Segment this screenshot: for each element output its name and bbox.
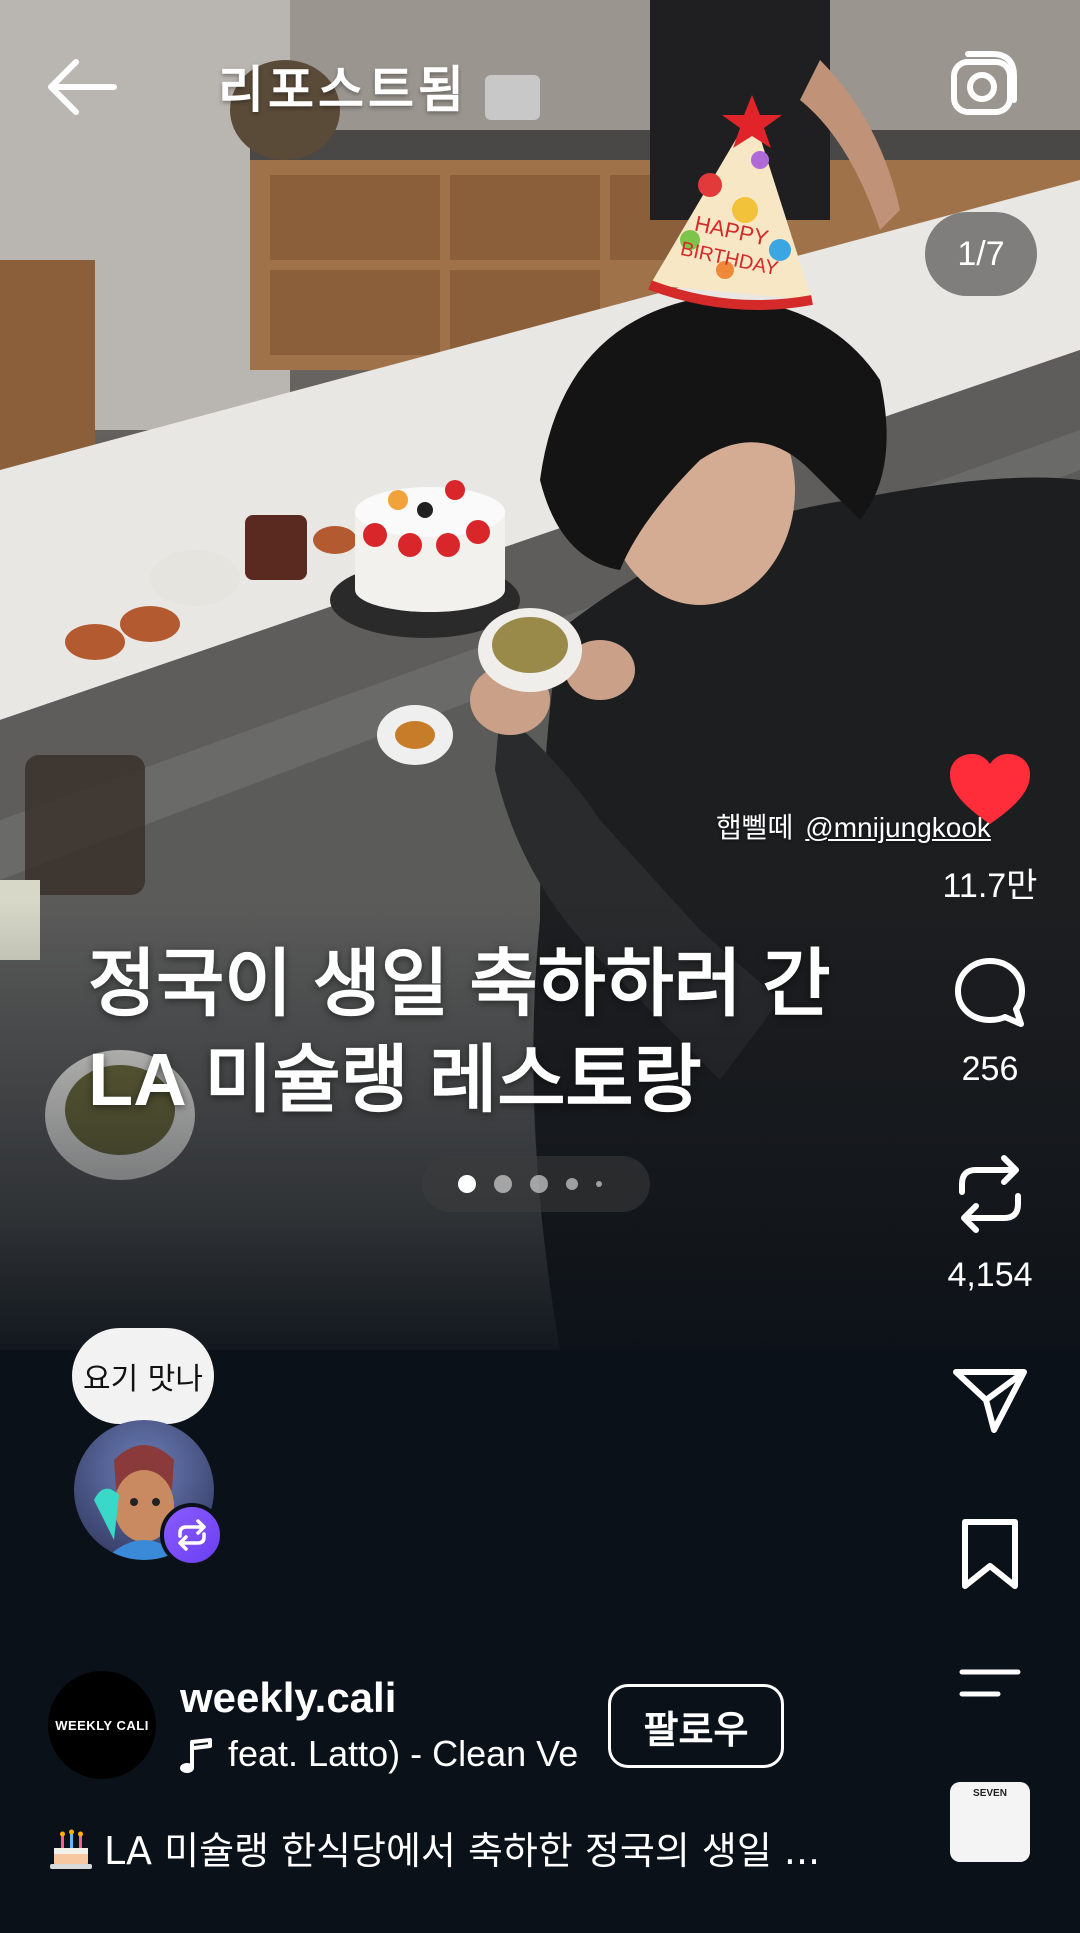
author-username[interactable]: weekly.cali <box>180 1674 396 1722</box>
save-action[interactable] <box>936 1518 1044 1590</box>
music-title: feat. Latto) - Clean Ve <box>228 1733 579 1774</box>
repost-count: 4,154 <box>947 1256 1033 1294</box>
tag-prefix: 햅뻴떼 <box>716 812 794 843</box>
carousel-dot-5 <box>596 1181 602 1187</box>
music-note-icon <box>180 1738 212 1774</box>
post-headline: 정국이 생일 축하하러 간 LA 미슐랭 레스토랑 <box>88 936 830 1128</box>
carousel-dot-4 <box>566 1178 578 1190</box>
birthday-cake-icon <box>50 1829 92 1869</box>
menu-lines-icon[interactable] <box>958 1666 1022 1700</box>
arrow-left-icon <box>48 59 117 115</box>
camera-icon <box>951 51 1017 115</box>
send-icon[interactable] <box>952 1366 1028 1436</box>
carousel-dots <box>422 1156 650 1212</box>
album-title: SEVEN <box>973 1788 1007 1799</box>
album-thumbnail[interactable]: SEVEN <box>950 1782 1030 1862</box>
like-action[interactable]: 11.7만 <box>936 752 1044 907</box>
more-action[interactable] <box>936 1666 1044 1700</box>
page-title: 리포스트됨 <box>218 62 468 118</box>
post-caption[interactable]: LA 미슐랭 한식당에서 축하한 정국의 생일 ... <box>48 1820 820 1875</box>
headline-line-2: LA 미슐랭 레스토랑 <box>88 1038 702 1121</box>
repost-small-icon <box>178 1519 206 1551</box>
like-count: 11.7만 <box>942 867 1038 905</box>
post-photo[interactable]: HAPPY BIRTHDAY <box>0 0 1080 1350</box>
comment-icon[interactable] <box>953 956 1027 1030</box>
headline-line-1: 정국이 생일 축하하러 간 <box>88 942 831 1025</box>
repost-action[interactable]: 4,154 <box>936 1152 1044 1295</box>
comment-count: 256 <box>961 1050 1019 1088</box>
share-action[interactable] <box>936 1366 1044 1436</box>
top-bar: 리포스트됨 <box>0 0 1080 170</box>
repost-icon[interactable] <box>954 1152 1026 1236</box>
page-counter: 1/7 <box>925 212 1037 296</box>
carousel-dot-2 <box>494 1175 512 1193</box>
caption-text: LA 미슐랭 한식당에서 축하한 정국의 생일 ... <box>104 1829 821 1873</box>
carousel-dot-3 <box>530 1175 548 1193</box>
repost-badge <box>160 1503 224 1567</box>
reposter-note-bubble[interactable]: 요기 맛나 <box>72 1328 214 1424</box>
camera-button[interactable] <box>948 50 1020 122</box>
heart-icon[interactable] <box>948 752 1032 828</box>
author-avatar[interactable]: WEEKLY CALI <box>48 1671 156 1779</box>
carousel-dot-1 <box>458 1175 476 1193</box>
comment-action[interactable]: 256 <box>936 956 1044 1089</box>
bookmark-icon[interactable] <box>959 1518 1021 1590</box>
follow-button[interactable]: 팔로우 <box>608 1684 784 1768</box>
music-info[interactable]: feat. Latto) - Clean Ve <box>180 1733 580 1781</box>
back-button[interactable] <box>44 50 124 120</box>
